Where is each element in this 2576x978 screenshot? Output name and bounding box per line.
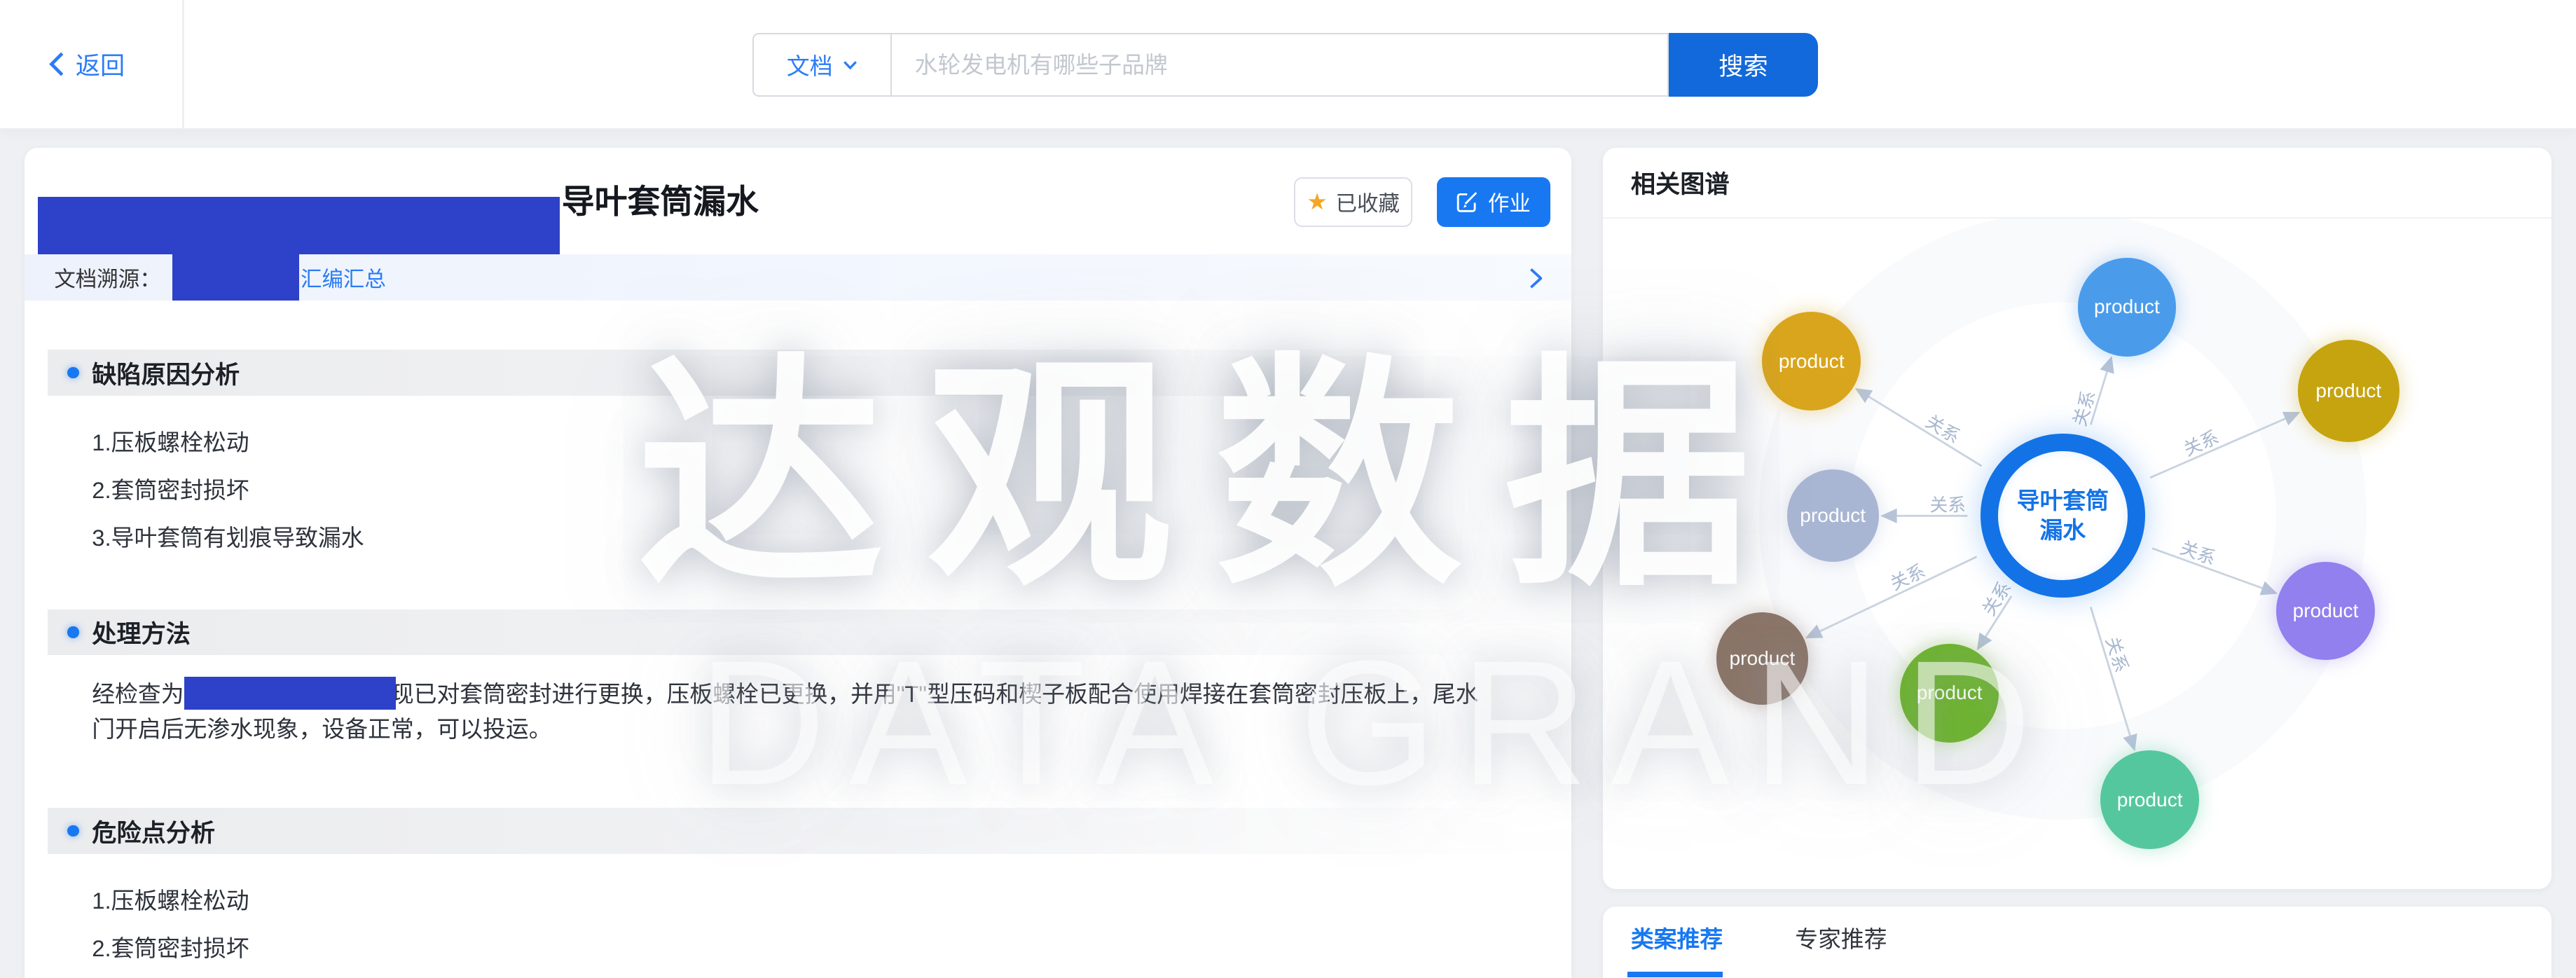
work-button[interactable]: 作业	[1437, 177, 1550, 226]
redacted-block	[38, 197, 560, 254]
graph-node-product[interactable]: product	[1900, 644, 1999, 743]
treatment-paragraph: 经检查为螺栓断裂造成渗水，现已对套筒密封进行更换，压板螺栓已更换，并用"T"型压…	[92, 677, 1491, 748]
section-heading-risk-analysis: 危险点分析	[48, 808, 1534, 854]
bullet-dot-icon	[67, 626, 78, 638]
tab-similar-cases[interactable]: 类案推荐	[1631, 907, 1723, 977]
search-type-selector[interactable]: 文档	[752, 33, 892, 97]
back-label: 返回	[76, 46, 125, 82]
tab-experts[interactable]: 专家推荐	[1795, 907, 1887, 977]
graph-node-product[interactable]: product	[1716, 612, 1808, 704]
graph-panel-header: 相关图谱	[1603, 148, 2551, 219]
graph-edge-label: 关系	[1930, 495, 1967, 515]
source-label: 文档溯源：	[54, 262, 160, 293]
list-item: 3.导叶套筒有划痕导致漏水	[92, 514, 364, 562]
graph-node-product[interactable]: product	[2298, 340, 2399, 441]
graph-node-product[interactable]: product	[2100, 750, 2199, 849]
top-bar: 返回 文档 搜索	[0, 0, 2576, 128]
tabs-row: 类案推荐 专家推荐	[1631, 907, 1887, 977]
section-heading-defect-analysis: 缺陷原因分析	[48, 350, 1534, 396]
back-button[interactable]: 返回	[49, 46, 125, 82]
section-heading-treatment: 处理方法	[48, 609, 1534, 656]
center-node-label: 漏水	[2040, 516, 2086, 545]
chevron-down-icon	[843, 60, 857, 70]
edit-square-icon	[1456, 191, 1478, 212]
list-item: 1.压板螺栓松动	[92, 877, 249, 925]
redacted-block	[172, 253, 299, 301]
graph-node-product[interactable]: product	[1787, 469, 1879, 561]
source-link[interactable]: 汇编汇总	[301, 262, 386, 293]
knowledge-graph[interactable]: 关系关系关系关系关系关系关系关系 productproductproductpr…	[1603, 219, 2551, 888]
search-group: 文档 搜索	[752, 33, 1818, 97]
bullet-dot-icon	[67, 367, 78, 378]
chevron-left-icon	[49, 52, 64, 76]
search-input[interactable]	[892, 33, 1669, 97]
list-item: 2.套筒密封损坏	[92, 925, 249, 972]
page: 返回 文档 搜索 导叶套筒漏水 ★ 已收藏	[0, 0, 2576, 978]
redacted-inline-block	[184, 677, 396, 710]
list-item: 2.套筒密封损坏	[92, 467, 364, 514]
chevron-right-icon	[1529, 268, 1543, 289]
graph-node-product[interactable]: product	[1762, 312, 1861, 411]
center-node-label: 导叶套筒	[2017, 486, 2109, 516]
favorite-label: 已收藏	[1336, 186, 1400, 217]
graph-center-node[interactable]: 导叶套筒 漏水	[1981, 434, 2144, 598]
document-card: 导叶套筒漏水 ★ 已收藏 作业 文档溯源： 汇编汇总	[25, 148, 1571, 978]
paragraph-text: 经检查为	[92, 681, 184, 707]
graph-panel-title: 相关图谱	[1631, 165, 1730, 200]
star-icon: ★	[1307, 191, 1327, 214]
graph-node-product[interactable]: product	[2078, 258, 2177, 357]
risk-point-list: 1.压板螺栓松动 2.套筒密封损坏	[92, 877, 249, 972]
document-title-row: 导叶套筒漏水 ★ 已收藏 作业	[25, 172, 1571, 231]
list-item: 1.压板螺栓松动	[92, 419, 364, 467]
search-type-label: 文档	[787, 48, 833, 81]
work-label: 作业	[1488, 186, 1531, 217]
page-title: 导叶套筒漏水	[562, 172, 759, 231]
bullet-dot-icon	[67, 825, 78, 836]
recommendation-tabs-card: 类案推荐 专家推荐	[1603, 907, 2551, 978]
defect-cause-list: 1.压板螺栓松动 2.套筒密封损坏 3.导叶套筒有划痕导致漏水	[92, 419, 364, 562]
search-button[interactable]: 搜索	[1669, 33, 1818, 97]
favorite-button[interactable]: ★ 已收藏	[1294, 177, 1412, 226]
divider	[182, 0, 184, 128]
related-graph-panel: 相关图谱 关系关系关系关系关系关系关系关系 productproductprod…	[1603, 148, 2551, 889]
graph-node-product[interactable]: product	[2276, 562, 2375, 661]
